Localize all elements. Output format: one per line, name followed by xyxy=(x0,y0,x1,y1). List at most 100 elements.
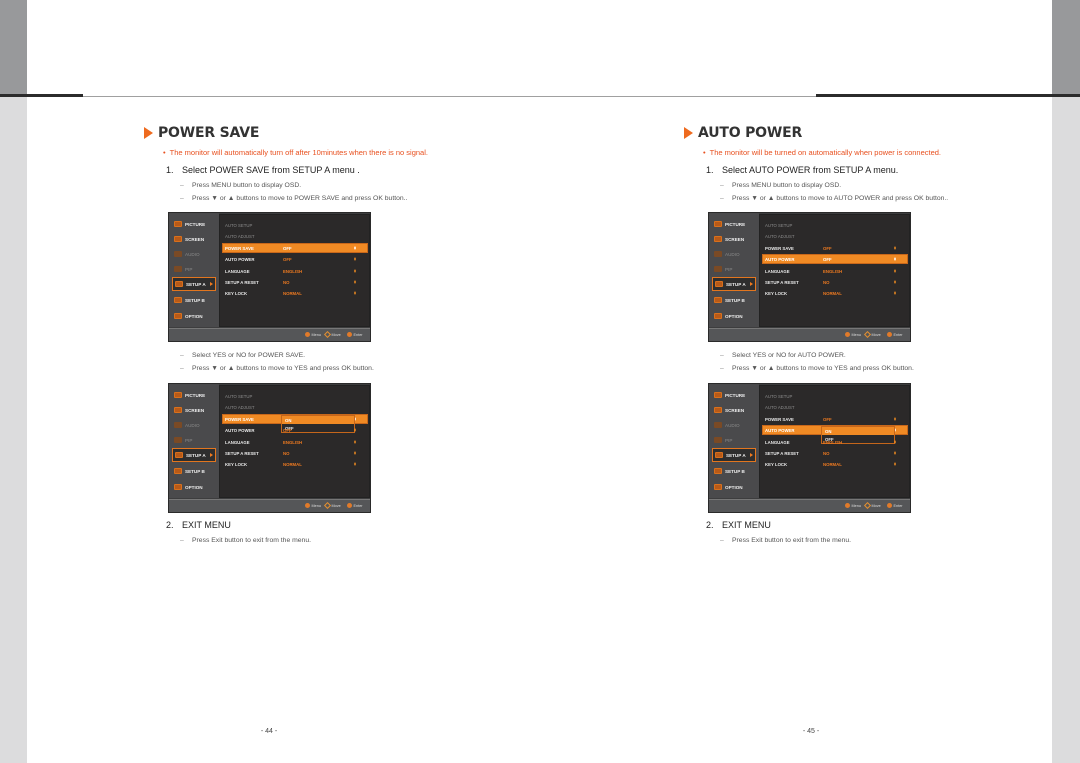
osd-sidebar-item[interactable]: PICTURE xyxy=(172,388,216,402)
osd-setting-row[interactable]: KEY LOCK NORMAL xyxy=(763,289,907,297)
osd-sidebar-item[interactable]: SCREEN xyxy=(172,403,216,417)
osd-sidebar-item[interactable]: PIP xyxy=(712,433,756,447)
osd-footer-hint: Enter xyxy=(887,332,903,337)
osd-setting-row[interactable]: SETUP A RESET NO xyxy=(763,278,907,286)
osd-setting-row[interactable]: KEY LOCK NORMAL xyxy=(223,460,367,468)
page-44: POWER SAVE • The monitor will automaticall… xyxy=(0,0,540,763)
osd-footer-hint: Enter xyxy=(347,503,363,508)
osd-sidebar-item[interactable]: PICTURE xyxy=(712,217,756,231)
osd-sidebar-item[interactable]: SETUP A xyxy=(172,448,216,462)
osd-setting-row[interactable]: AUTO POWER OFF xyxy=(762,254,908,264)
setting-value: OFF xyxy=(823,256,832,262)
osd-sidebar-item[interactable]: SETUP B xyxy=(172,293,216,307)
warning-note: • The monitor will be turned on automatic… xyxy=(703,148,941,157)
up-down-arrows-icon[interactable] xyxy=(353,427,357,433)
osd-sidebar-item[interactable]: SETUP A xyxy=(712,277,756,291)
osd-setting-row[interactable]: AUTO SETUP xyxy=(223,221,367,229)
osd-sidebar-item[interactable]: SETUP B xyxy=(172,464,216,478)
osd-setting-row[interactable]: AUTO POWER OFF xyxy=(223,426,367,434)
up-down-arrows-icon[interactable] xyxy=(893,256,897,262)
enter-icon xyxy=(347,503,352,508)
up-down-arrows-icon[interactable] xyxy=(353,279,357,285)
setup-icon xyxy=(714,468,722,474)
up-down-arrows-icon[interactable] xyxy=(353,256,357,262)
up-down-arrows-icon[interactable] xyxy=(353,439,357,445)
up-down-arrows-icon[interactable] xyxy=(353,461,357,467)
setting-label: AUTO POWER xyxy=(225,256,255,262)
osd-footer: Menu Move Enter xyxy=(169,328,370,341)
osd-sidebar-item[interactable]: PICTURE xyxy=(712,388,756,402)
osd-setting-row[interactable]: AUTO ADJUST xyxy=(223,232,367,240)
setting-label: AUTO POWER xyxy=(765,256,795,262)
osd-sidebar-item[interactable]: PIP xyxy=(172,262,216,276)
osd-setting-row[interactable]: SETUP A RESET NO xyxy=(763,449,907,457)
dropdown-option[interactable]: ON xyxy=(822,427,894,435)
osd-sidebar-item[interactable]: SCREEN xyxy=(172,232,216,246)
osd-setting-row[interactable]: AUTO SETUP xyxy=(763,392,907,400)
screen-icon xyxy=(174,236,182,242)
picture-icon xyxy=(174,392,182,398)
osd-setting-row[interactable]: AUTO SETUP xyxy=(223,392,367,400)
osd-sidebar-item[interactable]: SETUP A xyxy=(172,277,216,291)
osd-sidebar-item[interactable]: SCREEN xyxy=(712,403,756,417)
osd-sidebar-item[interactable]: OPTION xyxy=(172,480,216,494)
setting-label: POWER SAVE xyxy=(765,416,794,422)
osd-sidebar-item[interactable]: AUDIO xyxy=(172,247,216,261)
dropdown-option[interactable]: ON xyxy=(282,416,354,424)
osd-sidebar-label: SETUP A xyxy=(726,452,746,458)
osd-setting-row[interactable]: SETUP A RESET NO xyxy=(223,278,367,286)
osd-sidebar-label: SETUP A xyxy=(186,452,206,458)
up-down-arrows-icon[interactable] xyxy=(353,290,357,296)
audio-icon xyxy=(174,251,182,257)
osd-sidebar-item[interactable]: PIP xyxy=(172,433,216,447)
osd-setting-row[interactable]: AUTO ADJUST xyxy=(763,232,907,240)
menu-button-icon xyxy=(845,503,850,508)
picture-icon xyxy=(714,392,722,398)
osd-sidebar-label: PIP xyxy=(725,266,733,272)
osd-setting-row[interactable]: LANGUAGE ENGLISH xyxy=(223,267,367,275)
up-down-arrows-icon[interactable] xyxy=(353,450,357,456)
up-down-arrows-icon[interactable] xyxy=(893,279,897,285)
osd-setting-row[interactable]: POWER SAVE OFF xyxy=(763,415,907,423)
setting-label: LANGUAGE xyxy=(765,268,790,274)
osd-setting-row[interactable]: POWER SAVE OFF xyxy=(763,244,907,252)
osd-sidebar-item[interactable]: OPTION xyxy=(712,480,756,494)
up-down-arrows-icon[interactable] xyxy=(353,245,357,251)
osd-setting-row[interactable]: SETUP A RESET NO xyxy=(223,449,367,457)
osd-sidebar-item[interactable]: PIP xyxy=(712,262,756,276)
screen-icon xyxy=(714,236,722,242)
up-down-arrows-icon[interactable] xyxy=(353,268,357,274)
osd-sidebar-item[interactable]: SETUP A xyxy=(712,448,756,462)
osd-setting-row[interactable]: AUTO ADJUST xyxy=(223,403,367,411)
osd-footer-hint: Enter xyxy=(347,332,363,337)
osd-setting-row[interactable]: LANGUAGE ENGLISH xyxy=(763,267,907,275)
osd-setting-row[interactable]: LANGUAGE ENGLISH xyxy=(763,438,907,446)
setting-label: AUTO POWER xyxy=(225,427,255,433)
osd-setting-row[interactable]: AUTO POWER OFF xyxy=(223,255,367,263)
osd-footer-hint: Move xyxy=(863,501,881,510)
osd-sidebar-item[interactable]: AUDIO xyxy=(712,418,756,432)
up-down-arrows-icon[interactable] xyxy=(893,245,897,251)
up-down-arrows-icon[interactable] xyxy=(893,461,897,467)
osd-sidebar-item[interactable]: AUDIO xyxy=(172,418,216,432)
osd-setting-row[interactable]: KEY LOCK NORMAL xyxy=(763,460,907,468)
up-down-arrows-icon[interactable] xyxy=(893,268,897,274)
osd-setting-row[interactable]: AUTO ADJUST xyxy=(763,403,907,411)
osd-setting-row[interactable]: LANGUAGE ENGLISH xyxy=(223,438,367,446)
up-down-arrows-icon[interactable] xyxy=(893,450,897,456)
osd-setting-row[interactable]: KEY LOCK NORMAL xyxy=(223,289,367,297)
up-down-arrows-icon[interactable] xyxy=(893,290,897,296)
osd-sidebar-item[interactable]: OPTION xyxy=(172,309,216,323)
osd-setting-row[interactable]: AUTO SETUP xyxy=(763,221,907,229)
osd-setting-row[interactable]: POWER SAVE OFF xyxy=(222,243,368,253)
up-down-arrows-icon[interactable] xyxy=(893,439,897,445)
osd-sidebar-item[interactable]: OPTION xyxy=(712,309,756,323)
osd-sidebar-item[interactable]: SETUP B xyxy=(712,293,756,307)
up-down-arrows-icon[interactable] xyxy=(893,416,897,422)
osd-sidebar-item[interactable]: AUDIO xyxy=(712,247,756,261)
osd-sidebar-item[interactable]: SETUP B xyxy=(712,464,756,478)
osd-sidebar-item[interactable]: SCREEN xyxy=(712,232,756,246)
setting-label: AUTO ADJUST xyxy=(765,404,795,410)
osd-settings-panel: AUTO SETUP AUTO ADJUST POWER SAVE OFF AUTO P… xyxy=(759,385,910,498)
osd-sidebar-item[interactable]: PICTURE xyxy=(172,217,216,231)
